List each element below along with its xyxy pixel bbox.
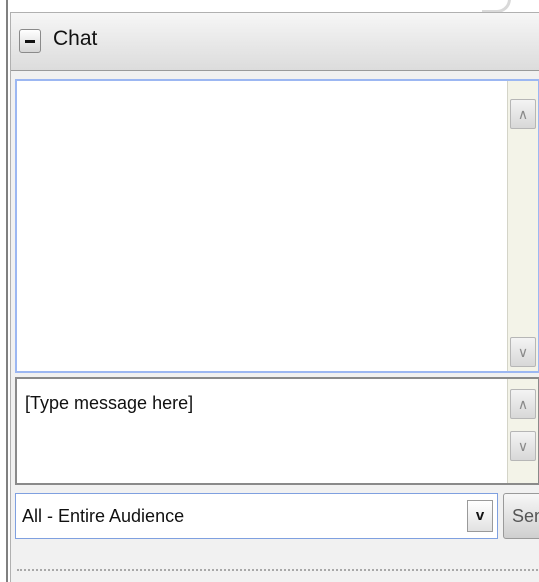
chat-panel: Chat ∧ ∨ [Type message here] ∧ ∨ All - E… [10, 12, 539, 582]
resize-handle [17, 569, 539, 571]
message-input-scrollbar[interactable]: ∧ ∨ [507, 379, 538, 483]
chevron-up-icon[interactable]: ∧ [510, 389, 536, 419]
top-strip [0, 0, 539, 12]
chevron-down-icon[interactable]: ∨ [510, 337, 536, 367]
panel-title: Chat [53, 27, 98, 50]
chat-log-scrollbar[interactable]: ∧ ∨ [507, 81, 538, 371]
chevron-up-icon[interactable]: ∧ [510, 99, 536, 129]
audience-select-value: All - Entire Audience [22, 506, 185, 526]
chat-log[interactable]: ∧ ∨ [15, 79, 539, 373]
minus-icon[interactable] [19, 29, 41, 53]
audience-select[interactable]: All - Entire Audience v [15, 493, 498, 539]
chevron-down-icon[interactable]: v [467, 500, 493, 532]
message-input[interactable]: [Type message here] ∧ ∨ [15, 377, 539, 485]
send-button[interactable]: Send [503, 493, 539, 539]
outer-border [6, 0, 8, 582]
chevron-down-icon[interactable]: ∨ [510, 431, 536, 461]
message-input-text[interactable]: [Type message here] [25, 393, 193, 414]
chat-header: Chat [11, 13, 539, 71]
